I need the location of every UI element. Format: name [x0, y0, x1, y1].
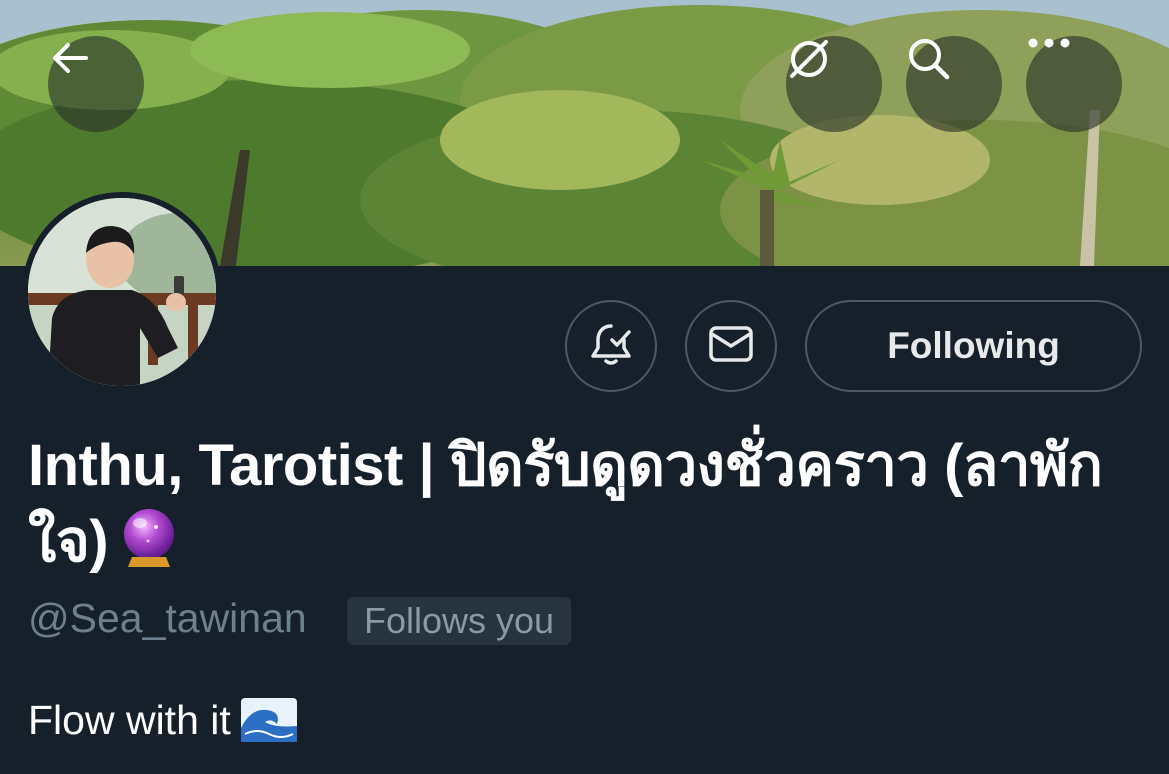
handle: @Sea_tawinan — [28, 595, 307, 641]
bio-text: Flow with it — [28, 697, 231, 743]
more-button[interactable] — [1026, 36, 1122, 132]
bell-check-icon — [587, 320, 635, 373]
profile-page: Following Inthu, Tarotist | ปิดรับดูดวงช… — [0, 0, 1169, 774]
crystal-ball-icon — [118, 507, 180, 588]
follows-you-badge: Follows you — [347, 597, 572, 645]
message-button[interactable] — [685, 300, 777, 392]
search-button[interactable] — [906, 36, 1002, 132]
avatar[interactable] — [22, 192, 222, 392]
avatar-image — [28, 198, 216, 386]
bio: Flow with it — [28, 694, 297, 754]
display-name: Inthu, Tarotist | ปิดรับดูดวงชั่วคราว (ล… — [28, 428, 1148, 588]
display-name-text: Inthu, Tarotist | ปิดรับดูดวงชั่วคราว (ล… — [28, 433, 1103, 574]
water-wave-icon — [240, 698, 297, 754]
following-button[interactable]: Following — [805, 300, 1142, 392]
back-button[interactable] — [48, 36, 144, 132]
notifications-button[interactable] — [565, 300, 657, 392]
grok-button[interactable] — [786, 36, 882, 132]
envelope-icon — [707, 324, 755, 369]
